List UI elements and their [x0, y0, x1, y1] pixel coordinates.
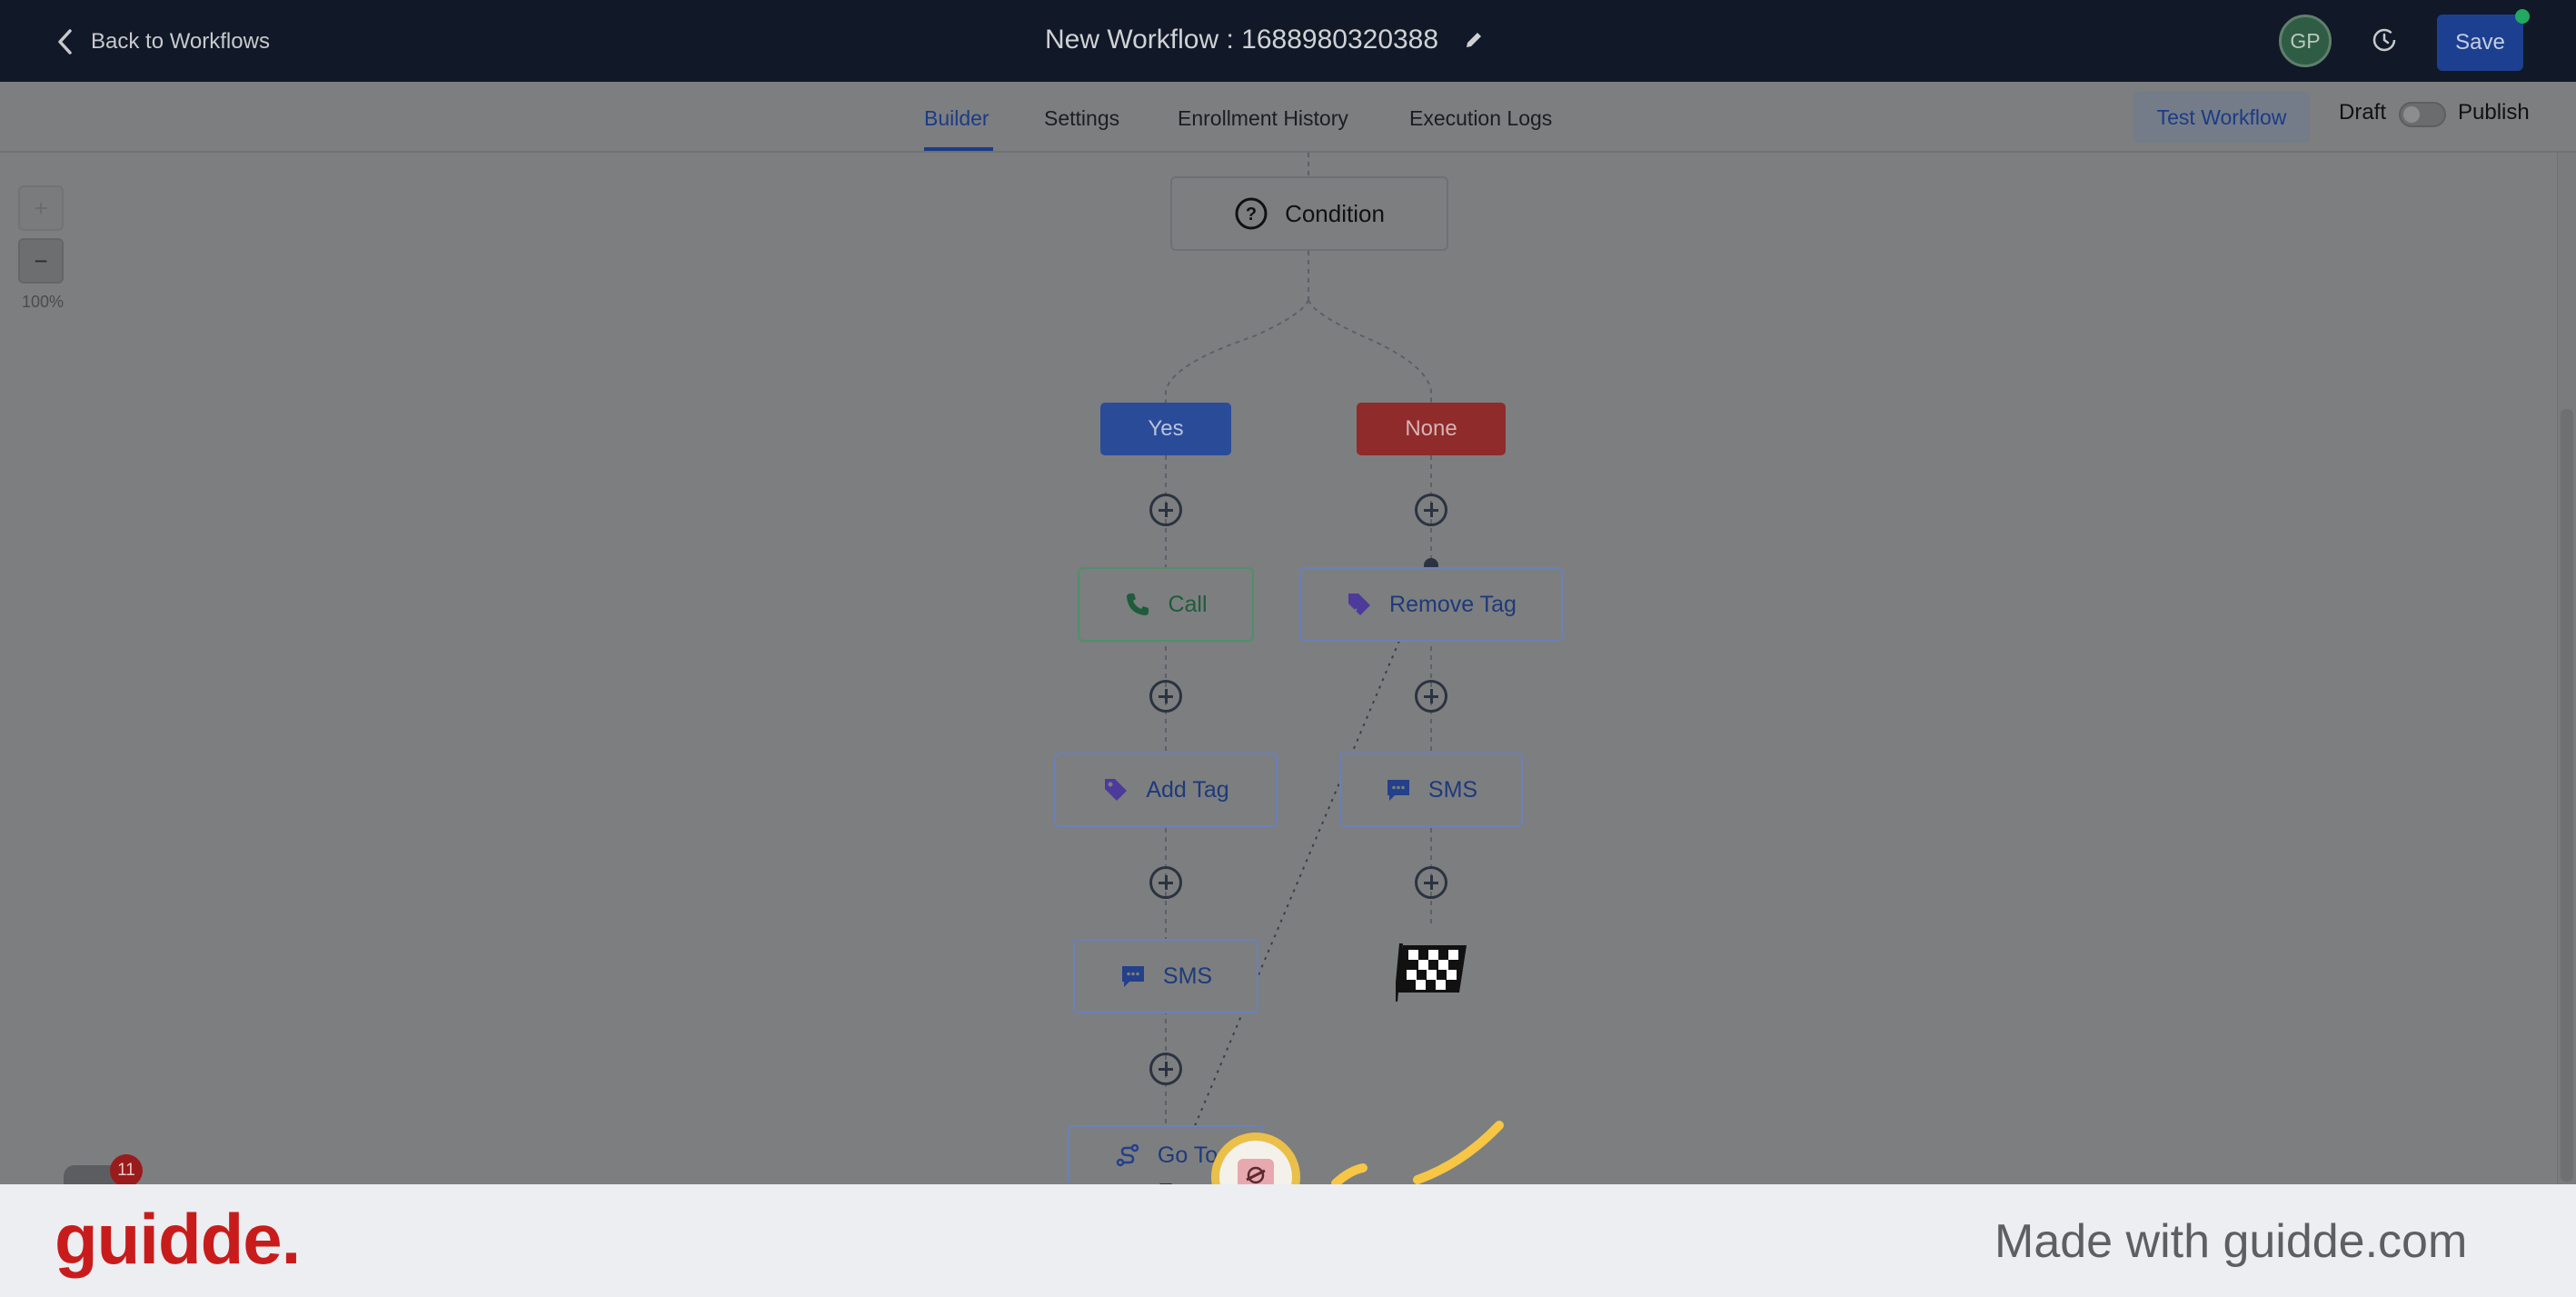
condition-label: Condition: [1285, 199, 1385, 227]
add-step-button[interactable]: [1149, 1053, 1182, 1085]
phone-icon: [1124, 591, 1151, 618]
guidde-logo: guidde.: [55, 1199, 301, 1279]
add-step-button[interactable]: [1415, 494, 1447, 526]
made-with-text: Made with guidde.com: [1994, 1215, 2468, 1268]
route-icon: [1114, 1142, 1141, 1169]
sms-node[interactable]: SMS: [1073, 939, 1258, 1013]
call-label: Call: [1168, 591, 1208, 617]
question-circle-icon: ?: [1234, 196, 1268, 231]
sms-node[interactable]: SMS: [1339, 753, 1523, 827]
add-step-button[interactable]: [1149, 866, 1182, 899]
svg-text:?: ?: [1246, 205, 1257, 224]
click-highlight: [1211, 1121, 1504, 1184]
message-icon: [1119, 963, 1147, 990]
none-branch[interactable]: None: [1357, 403, 1506, 455]
tag-remove-icon: [1346, 591, 1373, 618]
notification-badge: 11: [110, 1154, 143, 1187]
call-node[interactable]: Call: [1078, 567, 1254, 642]
scrollbar-thumb[interactable]: [2561, 409, 2573, 1182]
sms-label: SMS: [1162, 963, 1213, 989]
condition-node[interactable]: ? Condition: [1170, 176, 1448, 251]
remove-tag-node[interactable]: Remove Tag: [1299, 567, 1563, 642]
sms-label: SMS: [1427, 776, 1478, 803]
finish-flag-icon: [1394, 942, 1468, 1006]
add-step-button[interactable]: [1415, 680, 1447, 713]
add-step-button[interactable]: [1415, 866, 1447, 899]
add-tag-node[interactable]: Add Tag: [1054, 753, 1278, 827]
add-step-button[interactable]: [1149, 494, 1182, 526]
add-tag-label: Add Tag: [1146, 776, 1229, 803]
message-icon: [1385, 776, 1412, 803]
remove-tag-label: Remove Tag: [1389, 591, 1517, 617]
add-step-button[interactable]: [1149, 680, 1182, 713]
yes-branch[interactable]: Yes: [1100, 403, 1231, 455]
tag-icon: [1102, 776, 1129, 803]
